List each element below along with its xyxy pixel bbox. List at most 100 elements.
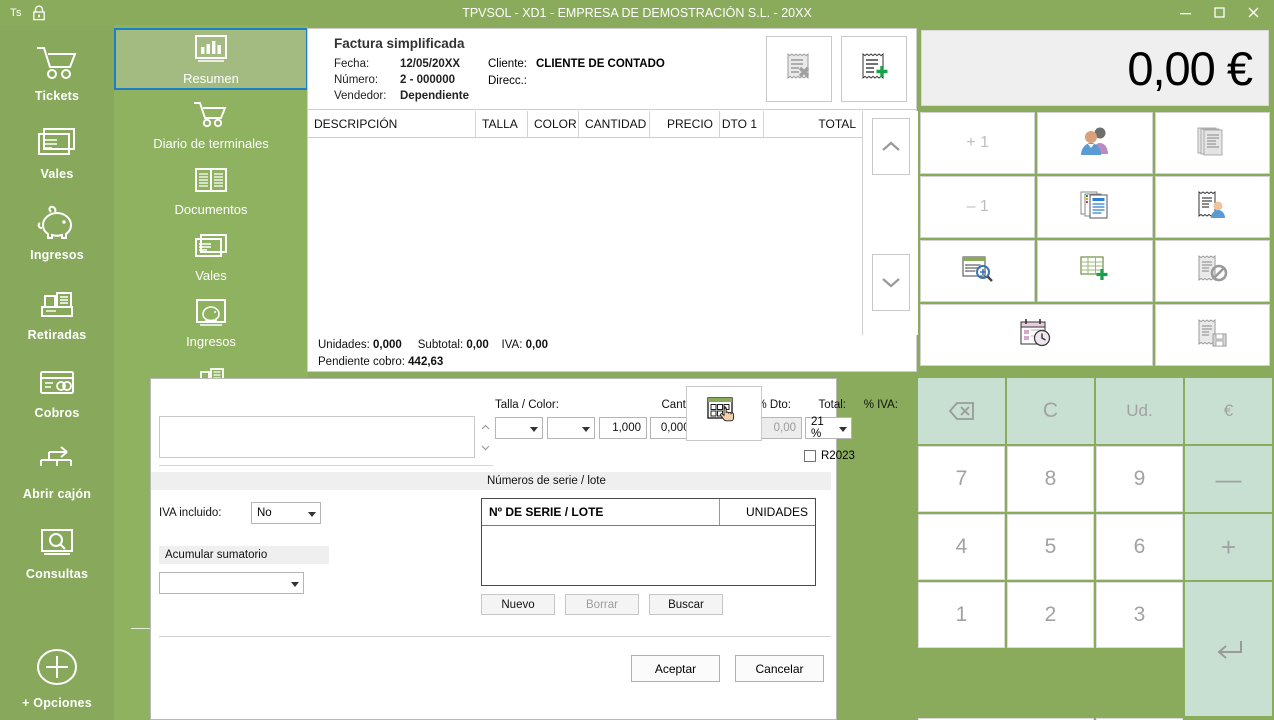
maximize-icon[interactable] [1202, 0, 1236, 25]
sidebar-item-abrir-cajon[interactable]: Abrir cajón [0, 433, 114, 513]
touch-keypad-button[interactable] [686, 386, 762, 441]
key-3[interactable]: 3 [1096, 582, 1183, 648]
spinner-down-icon[interactable] [477, 437, 493, 458]
minus-key[interactable]: — [1185, 446, 1272, 512]
grid-col-precio[interactable]: PRECIO [650, 111, 720, 137]
document-header: Factura simplificada Fecha: 12/05/20XX Nú… [308, 29, 916, 110]
sidebar-item-cobros[interactable]: Cobros [0, 353, 114, 433]
field-value: Dependiente [400, 90, 470, 102]
new-ticket-button[interactable] [841, 36, 907, 102]
iva-incluido-select[interactable]: No [251, 502, 321, 524]
cancel-button[interactable]: Cancelar [735, 655, 824, 682]
field-value: 12/05/20XX [400, 58, 461, 70]
documents-stack-button[interactable] [1154, 112, 1270, 174]
sidebar-item-retiradas[interactable]: Retiradas [0, 273, 114, 353]
enter-key[interactable] [1185, 582, 1272, 716]
new-serial-button[interactable]: Nuevo [481, 594, 555, 615]
units-key[interactable]: Ud. [1096, 378, 1183, 444]
serie-table[interactable]: Nº DE SERIE / LOTE UNIDADES [481, 498, 816, 586]
key-1[interactable]: 1 [918, 582, 1005, 648]
customers-button[interactable] [1037, 112, 1153, 174]
cancel-ticket-button[interactable] [1154, 240, 1270, 302]
cantidad-input[interactable]: 1,000 [599, 417, 647, 439]
sidebar-item-label: Abrir cajón [22, 486, 92, 501]
sidebar-item-vales[interactable]: Vales [0, 113, 114, 193]
menu-item-resumen[interactable]: Resumen [114, 28, 308, 90]
euro-key[interactable]: € [1185, 378, 1272, 444]
sidebar-item-opciones[interactable]: + Opciones [0, 636, 114, 720]
description-input[interactable] [159, 416, 475, 458]
sidebar-item-label: Tickets [34, 88, 80, 103]
iva-select[interactable]: 21 % [805, 416, 852, 440]
decrease-qty-button[interactable]: – 1 [920, 176, 1036, 238]
pages-button[interactable] [1037, 176, 1153, 238]
button-label: + 1 [966, 134, 989, 151]
credit-card-icon [36, 367, 78, 404]
grid-col-cantidad[interactable]: CANTIDAD [579, 111, 650, 137]
lock-icon[interactable] [32, 4, 46, 21]
serie-section-header: Números de serie / lote [481, 472, 831, 490]
delete-ticket-button[interactable] [766, 36, 832, 102]
menu-item-vales[interactable]: Vales [114, 224, 308, 290]
vouchers-icon [192, 232, 230, 267]
plus-key[interactable]: + [1185, 514, 1272, 580]
sidebar-item-tickets[interactable]: Tickets [0, 33, 114, 113]
menu-item-documentos[interactable]: Documentos [114, 158, 308, 224]
key-2[interactable]: 2 [1007, 582, 1094, 648]
grid-col-descripcion[interactable]: DESCRIPCIÓN [308, 111, 476, 137]
color-select[interactable] [547, 417, 595, 439]
address-key: Direcc.: [488, 75, 527, 87]
save-ticket-button[interactable] [1154, 304, 1270, 366]
sidebar-item-label: Vales [40, 166, 74, 181]
key-6[interactable]: 6 [1096, 514, 1183, 580]
menu-item-label: Resumen [183, 70, 239, 86]
add-table-button[interactable] [1037, 240, 1153, 302]
menu-item-ingresos[interactable]: Ingresos [114, 290, 308, 356]
minimize-icon[interactable] [1168, 0, 1202, 25]
grid-col-dto1[interactable]: DTO 1 [720, 111, 764, 137]
r2023-checkbox-row[interactable]: R2023 [804, 450, 855, 462]
totals-subtotal-value: 0,00 [466, 339, 489, 351]
talla-color-label: Talla / Color: [495, 399, 559, 411]
grid-col-color[interactable]: COLOR [528, 111, 579, 137]
amount-value: 0,00 € [1127, 41, 1253, 95]
spinner-up-icon[interactable] [477, 416, 493, 437]
serie-table-header: Nº DE SERIE / LOTE UNIDADES [482, 499, 815, 526]
increase-qty-button[interactable]: + 1 [920, 112, 1036, 174]
accept-button[interactable]: Aceptar [631, 655, 720, 682]
grid-col-talla[interactable]: TALLA [476, 111, 528, 137]
clear-key[interactable]: C [1007, 378, 1094, 444]
description-spinner[interactable] [477, 416, 493, 458]
pages-icon [1078, 189, 1112, 226]
window-title: TPVSOL - XD1 - EMPRESA DE DEMOSTRACIÓN S… [462, 5, 812, 20]
schedule-button[interactable] [920, 304, 1153, 366]
acumular-sumatorio-select[interactable] [159, 572, 304, 594]
scroll-down-button[interactable] [872, 254, 910, 311]
sidebar-item-label: Consultas [25, 566, 89, 581]
key-8[interactable]: 8 [1007, 446, 1094, 512]
delete-serial-button[interactable]: Borrar [565, 594, 639, 615]
document-panel: Factura simplificada Fecha: 12/05/20XX Nú… [307, 28, 918, 372]
acumular-label-bar: Acumular sumatorio [159, 546, 329, 564]
grid-col-total[interactable]: TOTAL [764, 111, 862, 137]
list-zoom-icon [961, 254, 995, 289]
sidebar-item-consultas[interactable]: Consultas [0, 513, 114, 593]
totals-subtotal-key: Subtotal: [417, 339, 464, 351]
close-icon[interactable] [1236, 0, 1270, 25]
menu-item-label: Vales [195, 267, 227, 283]
scroll-up-button[interactable] [872, 118, 910, 175]
key-5[interactable]: 5 [1007, 514, 1094, 580]
talla-select[interactable] [495, 417, 543, 439]
dialog-separator-top [159, 465, 493, 466]
search-serial-button[interactable]: Buscar [649, 594, 723, 615]
search-list-button[interactable] [920, 240, 1036, 302]
key-7[interactable]: 7 [918, 446, 1005, 512]
key-9[interactable]: 9 [1096, 446, 1183, 512]
grid-body[interactable] [308, 138, 862, 334]
backspace-key[interactable] [918, 378, 1005, 444]
key-4[interactable]: 4 [918, 514, 1005, 580]
menu-item-diario-de-terminales[interactable]: Diario de terminales [114, 92, 308, 158]
sidebar-item-ingresos[interactable]: Ingresos [0, 193, 114, 273]
ticket-client-button[interactable] [1154, 176, 1270, 238]
r2023-checkbox[interactable] [804, 450, 816, 462]
